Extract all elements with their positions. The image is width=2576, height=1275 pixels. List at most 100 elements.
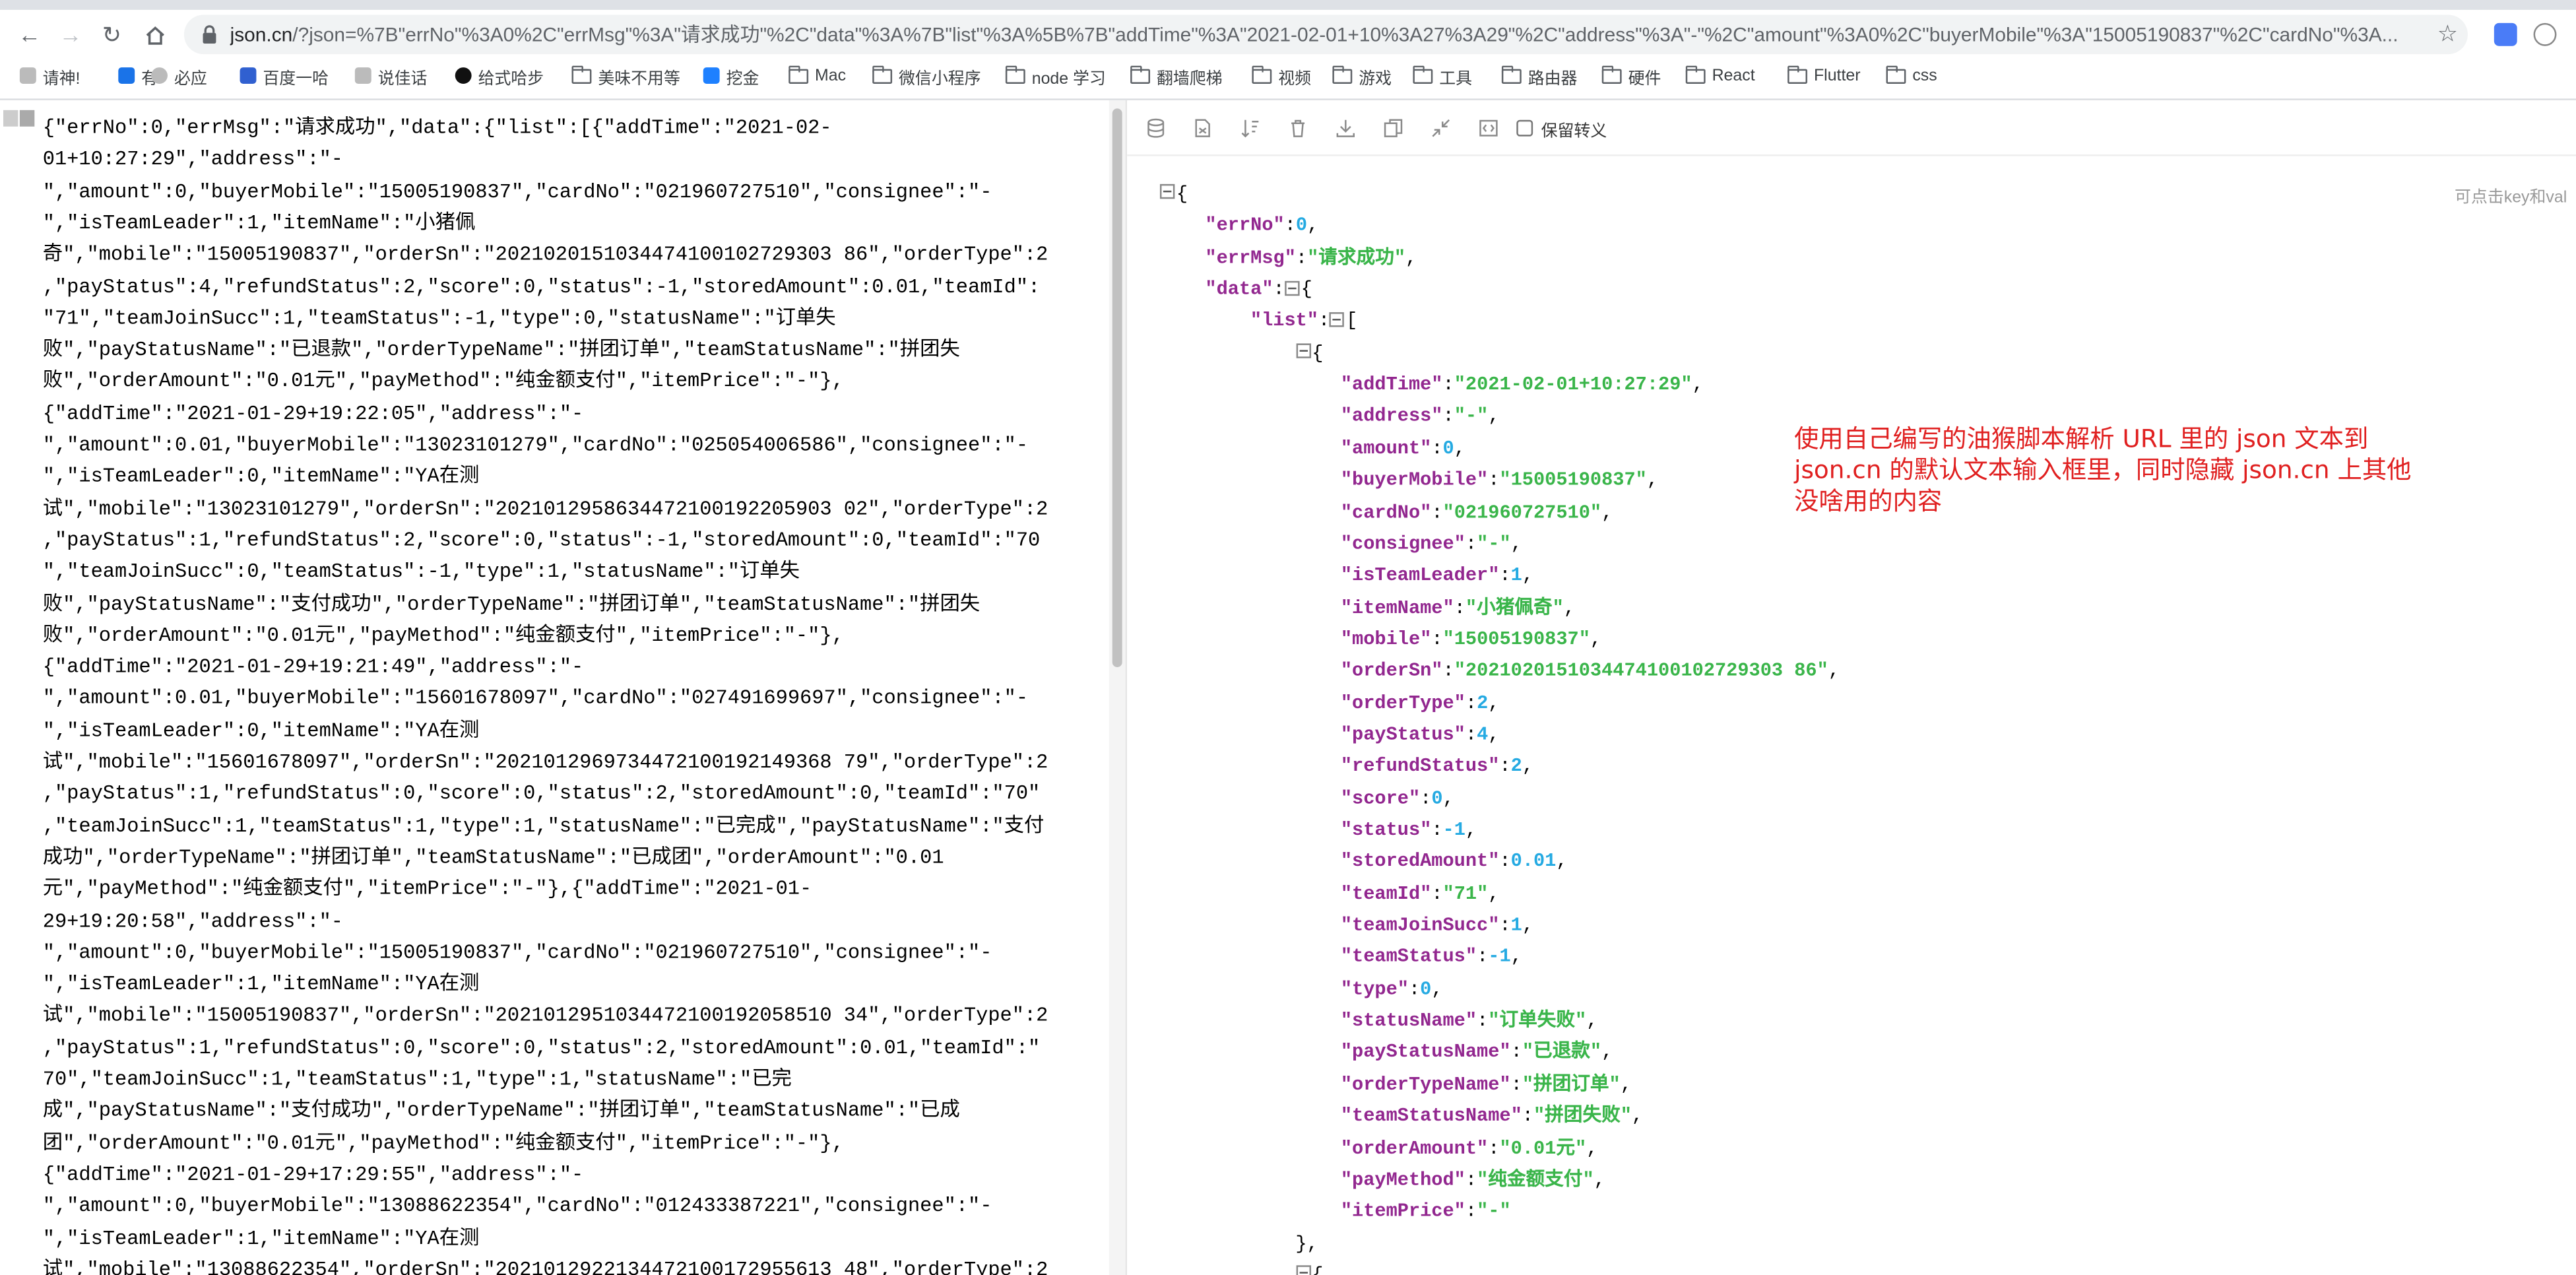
json-key[interactable]: "orderTypeName" [1341, 1074, 1511, 1095]
json-key[interactable]: "score" [1341, 788, 1420, 809]
json-tree-row[interactable]: "data": { [1205, 275, 1312, 306]
json-key[interactable]: "payMethod" [1341, 1169, 1465, 1191]
json-tree-row[interactable]: "storedAmount":0.01, [1341, 847, 1568, 878]
forward-arrow-icon[interactable]: → [54, 18, 87, 51]
json-tree-row[interactable]: "teamStatusName":"拼团失败", [1341, 1101, 1643, 1132]
json-tree-row[interactable]: "amount":0, [1341, 434, 1465, 465]
collapse-toggle-icon[interactable] [1159, 185, 1175, 200]
bookmark-item[interactable]: 百度一哈 [240, 63, 329, 89]
scrollbar-thumb[interactable] [1112, 108, 1122, 667]
json-value[interactable]: "2021020151034474100102729303 86" [1454, 661, 1828, 682]
json-value[interactable]: "拼团订单" [1522, 1074, 1621, 1095]
json-value[interactable]: 1 [1511, 566, 1522, 587]
json-key[interactable]: "status" [1341, 820, 1431, 841]
json-value[interactable]: "纯金额支付" [1477, 1169, 1594, 1191]
code-icon[interactable] [1477, 117, 1500, 140]
json-tree-row[interactable]: "cardNo":"021960727510", [1341, 497, 1613, 528]
json-tree-row[interactable]: "statusName":"订单失败", [1341, 1006, 1598, 1037]
json-value[interactable]: "-" [1477, 1202, 1511, 1223]
sort-icon[interactable] [1239, 117, 1262, 140]
json-tree-row[interactable]: "teamJoinSucc":1, [1341, 911, 1533, 942]
json-key[interactable]: "list" [1250, 311, 1318, 333]
json-tree-row[interactable]: "mobile":"15005190837", [1341, 624, 1601, 655]
json-tree-row[interactable]: "orderType":2, [1341, 688, 1500, 719]
json-key[interactable]: "refundStatus" [1341, 756, 1500, 777]
json-tree-row[interactable]: "payMethod":"纯金额支付", [1341, 1165, 1605, 1196]
json-key[interactable]: "address" [1341, 407, 1443, 428]
trash-icon[interactable] [1287, 117, 1310, 140]
bookmark-item[interactable]: 视频 [1252, 63, 1311, 89]
file-icon[interactable] [1191, 117, 1214, 140]
bookmark-item[interactable]: 必应 [151, 63, 207, 89]
json-value[interactable]: 2 [1511, 756, 1522, 777]
json-tree-row[interactable]: }, [1295, 1228, 1318, 1259]
json-value[interactable]: "订单失败" [1488, 1011, 1586, 1032]
json-value[interactable]: "已退款" [1522, 1043, 1601, 1064]
bookmark-item[interactable]: node 学习 [1005, 63, 1106, 89]
bookmark-item[interactable]: 游戏 [1332, 63, 1392, 89]
json-value[interactable]: "15005190837" [1443, 629, 1590, 650]
bookmark-item[interactable]: 给式哈步 [455, 63, 544, 89]
json-tree-row[interactable]: "isTeamLeader":1, [1341, 561, 1533, 592]
json-key[interactable]: "payStatus" [1341, 725, 1465, 746]
json-key[interactable]: "cardNo" [1341, 502, 1431, 523]
json-key[interactable]: "itemName" [1341, 597, 1454, 618]
json-key[interactable]: "payStatusName" [1341, 1043, 1511, 1064]
json-key[interactable]: "orderSn" [1341, 661, 1443, 682]
bookmark-item[interactable]: 请神! [19, 63, 80, 89]
json-tree-row[interactable]: "orderSn":"2021020151034474100102729303 … [1341, 656, 1840, 687]
json-tree-row[interactable]: "orderAmount":"0.01元", [1341, 1133, 1598, 1164]
json-value[interactable]: 0 [1443, 438, 1454, 459]
json-key[interactable]: "amount" [1341, 438, 1431, 459]
bookmark-item[interactable]: Flutter [1787, 63, 1861, 89]
json-value[interactable]: "15005190837" [1499, 470, 1646, 491]
json-value[interactable]: "-" [1454, 407, 1489, 428]
json-key[interactable]: "itemPrice" [1341, 1202, 1465, 1223]
json-value[interactable]: 4 [1477, 725, 1488, 746]
json-tree-row[interactable]: "refundStatus":2, [1341, 752, 1533, 783]
json-tree-row[interactable]: "teamStatus":-1, [1341, 942, 1522, 973]
database-icon[interactable] [1143, 117, 1167, 140]
json-value[interactable]: -1 [1488, 947, 1510, 968]
json-tree-row[interactable]: "address":"-", [1341, 402, 1500, 433]
json-key[interactable]: "orderType" [1341, 693, 1465, 714]
json-key[interactable]: "consignee" [1341, 534, 1465, 555]
json-key[interactable]: "buyerMobile" [1341, 470, 1488, 491]
json-tree-row[interactable]: "buyerMobile":"15005190837", [1341, 465, 1658, 496]
json-value[interactable]: 0 [1296, 216, 1307, 237]
copy-icon[interactable] [1382, 117, 1405, 140]
json-key[interactable]: "isTeamLeader" [1341, 566, 1500, 587]
bookmark-item[interactable]: 路由器 [1501, 63, 1577, 89]
json-key[interactable]: "errMsg" [1205, 247, 1295, 269]
bookmark-item[interactable]: 美味不用等 [571, 63, 680, 89]
json-tree-row[interactable]: "payStatus":4, [1341, 719, 1500, 750]
json-tree-row[interactable]: "itemName":"小猪佩奇", [1341, 593, 1575, 624]
json-tree-row[interactable]: "itemPrice":"-" [1341, 1196, 1511, 1227]
reload-icon[interactable]: ↻ [95, 18, 128, 51]
json-tree-row[interactable]: "errMsg":"请求成功", [1205, 243, 1417, 274]
json-tree-row[interactable]: "status":-1, [1341, 815, 1477, 846]
bookmark-item[interactable]: 挖金 [703, 63, 759, 89]
json-tree-row[interactable]: "list": [ [1250, 306, 1357, 337]
compress-icon[interactable] [1429, 117, 1452, 140]
bookmark-item[interactable]: 硬件 [1601, 63, 1661, 89]
collapse-toggle-icon[interactable] [1295, 343, 1310, 359]
json-tree-row[interactable]: "payStatusName":"已退款", [1341, 1037, 1613, 1068]
json-key[interactable]: "statusName" [1341, 1011, 1477, 1032]
bookmark-item[interactable]: css [1886, 63, 1937, 89]
raw-json-textarea[interactable]: {"errNo":0,"errMsg":"请求成功","data":{"list… [0, 100, 1128, 1275]
json-key[interactable]: "addTime" [1341, 375, 1443, 396]
bookmark-item[interactable]: 微信小程序 [872, 63, 981, 89]
json-key[interactable]: "teamId" [1341, 884, 1431, 905]
json-value[interactable]: "-" [1477, 534, 1511, 555]
keep-escape-checkbox[interactable] [1516, 119, 1533, 137]
json-key[interactable]: "teamStatus" [1341, 947, 1477, 968]
json-tree-row[interactable]: "teamId":"71", [1341, 878, 1500, 909]
json-value[interactable]: "小猪佩奇" [1465, 597, 1564, 618]
json-tree-row[interactable]: { [1159, 179, 1188, 210]
json-value[interactable]: "71" [1443, 884, 1489, 905]
json-key[interactable]: "storedAmount" [1341, 852, 1500, 873]
json-key[interactable]: "orderAmount" [1341, 1138, 1488, 1159]
json-value[interactable]: "0.01元" [1499, 1138, 1586, 1159]
json-value[interactable]: 0 [1420, 979, 1431, 1000]
